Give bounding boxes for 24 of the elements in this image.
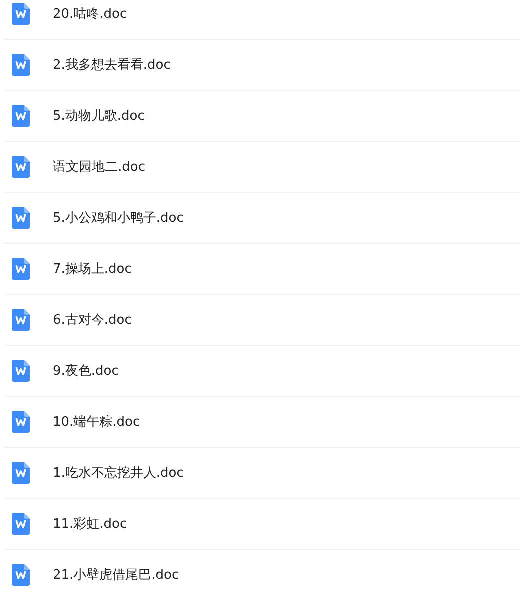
file-name[interactable]: 5.动物儿歌.doc xyxy=(53,107,145,125)
document-icon xyxy=(12,309,30,331)
file-name[interactable]: 9.夜色.doc xyxy=(53,362,119,380)
file-name[interactable]: 21.小壁虎借尾巴.doc xyxy=(53,566,180,584)
file-name[interactable]: 5.小公鸡和小鸭子.doc xyxy=(53,209,184,227)
document-icon xyxy=(12,105,30,127)
document-icon xyxy=(12,3,30,25)
file-name[interactable]: 7.操场上.doc xyxy=(53,260,132,278)
document-icon xyxy=(12,54,30,76)
document-icon xyxy=(12,258,30,280)
document-icon xyxy=(12,564,30,586)
document-icon xyxy=(12,207,30,229)
file-name[interactable]: 11.彩虹.doc xyxy=(53,515,128,533)
file-name[interactable]: 10.端午粽.doc xyxy=(53,413,140,431)
document-icon xyxy=(12,513,30,535)
file-name[interactable]: 20.咕咚.doc xyxy=(53,5,128,23)
file-name[interactable]: 语文园地二.doc xyxy=(53,158,146,176)
document-icon xyxy=(12,462,30,484)
file-name[interactable]: 6.古对今.doc xyxy=(53,311,132,329)
document-icon xyxy=(12,360,30,382)
file-name[interactable]: 2.我多想去看看.doc xyxy=(53,56,171,74)
document-icon xyxy=(12,156,30,178)
document-icon xyxy=(12,411,30,433)
file-name[interactable]: 1.吃水不忘挖井人.doc xyxy=(53,464,184,482)
